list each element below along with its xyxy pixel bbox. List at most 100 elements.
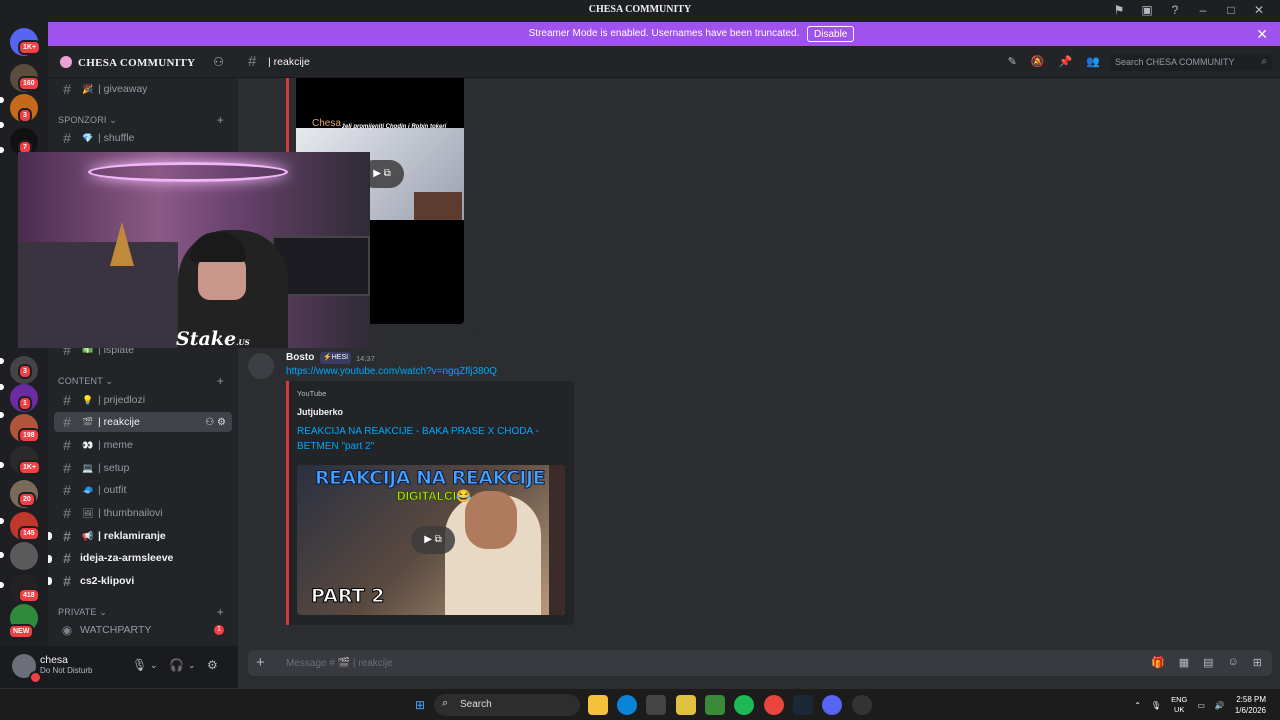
windows-start-icon[interactable]: ⊞ [410, 695, 430, 715]
chevron-down-icon[interactable]: ⌄ [188, 660, 196, 671]
sponsor-name: Stake [176, 328, 237, 348]
add-channel-icon[interactable]: + [217, 605, 224, 619]
invite-icon[interactable]: ⚇ [213, 55, 224, 69]
add-channel-icon[interactable]: + [217, 374, 224, 388]
guild-icon [60, 56, 72, 68]
channel-reklamiranje[interactable]: # 📢 | reklamiranje [54, 526, 232, 546]
mention-count: 1 [214, 625, 224, 635]
category-content[interactable]: CONTENT ⌄ + [58, 374, 232, 388]
unread-pip [0, 552, 4, 558]
badge: 1 [18, 396, 32, 411]
message-link[interactable]: https://www.youtube.com/watch?v=ngqZflj3… [286, 366, 497, 377]
channel-meme[interactable]: # 👀 | meme [54, 435, 232, 455]
notifications-muted-icon[interactable]: 🔕 [1031, 55, 1045, 68]
display-icon[interactable]: ▭ [1197, 701, 1205, 710]
threads-icon[interactable]: ✎ [1008, 55, 1017, 68]
embed-author[interactable]: Jutjuberko [297, 407, 343, 417]
file-explorer-icon[interactable] [588, 695, 608, 715]
thumbnail-headline: REAKCIJA NA REAKCIJE [314, 467, 546, 490]
diamond-icon: 💎 [82, 132, 94, 143]
member-list-icon[interactable]: 👥 [1086, 55, 1100, 68]
obs-icon[interactable] [852, 695, 872, 715]
unread-indicator [48, 555, 52, 563]
close-banner-icon[interactable]: ✕ [1256, 26, 1268, 43]
channel-armsleeve[interactable]: # ideja-za-armsleeve [54, 548, 232, 568]
unread-pip [0, 122, 4, 128]
category-sponzori[interactable]: SPONZORI ⌄ + [58, 113, 232, 127]
gear-icon[interactable]: ⚙ [207, 658, 218, 672]
channel-shuffle[interactable]: # 💎 | shuffle [54, 128, 232, 148]
unread-pip [0, 384, 4, 390]
badge: 1K+ [18, 40, 42, 55]
server-icon[interactable] [10, 542, 38, 570]
channel-prijedlozi[interactable]: # 💡 | prijedlozi [54, 390, 232, 410]
thumbnail-strip [549, 465, 565, 615]
guild-header[interactable]: CHESA COMMUNITY ⚇ [48, 46, 238, 78]
username[interactable]: chesa [40, 654, 68, 666]
store-icon[interactable] [646, 695, 666, 715]
taskbar-search[interactable]: ⌕ Search [434, 694, 580, 716]
discord-icon[interactable] [822, 695, 842, 715]
add-channel-icon[interactable]: + [217, 113, 224, 127]
cap-icon: 🧢 [82, 484, 94, 495]
steam-icon[interactable] [793, 695, 813, 715]
badge: 418 [18, 588, 40, 603]
flag-icon[interactable]: ⚑ [1112, 3, 1126, 17]
app-icon[interactable] [676, 695, 696, 715]
language-indicator[interactable]: ENG UK [1171, 695, 1187, 715]
avatar[interactable] [248, 353, 274, 379]
channel-thumbnailovi[interactable]: # 🖼 | thumbnailovi [54, 503, 232, 523]
channel-tools[interactable]: ⚇ ⚙ [205, 417, 226, 428]
channel-giveaway[interactable]: # 🎉 | giveaway [54, 79, 232, 99]
play-button-icon[interactable]: ▶ ⧉ [411, 526, 455, 554]
gift-icon[interactable]: 🎁 [1151, 656, 1165, 669]
chevron-up-icon[interactable]: ⌃ [1134, 701, 1141, 710]
clock-time: 2:58 PM [1236, 695, 1266, 704]
edge-icon[interactable] [617, 695, 637, 715]
close-window-icon[interactable]: ✕ [1252, 3, 1266, 17]
microphone-icon[interactable]: 🎙 [1151, 701, 1161, 710]
spotify-icon[interactable] [734, 695, 754, 715]
minecraft-icon[interactable] [705, 695, 725, 715]
message-author[interactable]: Bosto [286, 352, 314, 363]
minimize-icon[interactable]: – [1196, 3, 1210, 17]
gif-icon[interactable]: ▦ [1179, 656, 1189, 669]
unread-indicator [48, 532, 52, 540]
channel-label: ideja-za-armsleeve [80, 552, 174, 564]
maximize-icon[interactable]: □ [1224, 3, 1238, 17]
channel-setup[interactable]: # 💻 | setup [54, 458, 232, 478]
taskbar-search-label: Search [460, 699, 492, 710]
channel-cs2[interactable]: # cs2-klipovi [54, 571, 232, 591]
chevron-down-icon[interactable]: ⌄ [150, 660, 158, 671]
category-private[interactable]: PRIVATE ⌄ + [58, 605, 232, 619]
embed-title[interactable]: REAKCIJA NA REAKCIJE - BAKA PRASE X CHOD… [297, 424, 555, 454]
unread-pip [0, 97, 4, 103]
thumbnail-face [465, 491, 517, 549]
microphone-icon[interactable]: 🎙 [132, 658, 147, 672]
hash-icon: # [63, 414, 71, 430]
clock[interactable]: 2:58 PM 1/6/2026 [1235, 694, 1266, 716]
search-input[interactable]: Search CHESA COMMUNITY ⌕ [1110, 54, 1272, 71]
ceiling-light [88, 162, 288, 182]
video-thumbnail[interactable]: REAKCIJA NA REAKCIJE DIGITALCI😂 PART 2 ▶… [297, 465, 565, 615]
help-icon[interactable]: ? [1168, 3, 1182, 17]
webcam-overlay: Stake.US [18, 152, 370, 348]
embed-provider[interactable]: YouTube [297, 389, 326, 398]
volume-icon[interactable]: 🔊 [1215, 701, 1225, 710]
message-composer[interactable]: + Message # 🎬 | reakcije 🎁 ▦ ▤ ☺ ⊞ [248, 650, 1272, 676]
apps-icon[interactable]: ⊞ [1253, 656, 1262, 669]
add-attachment-icon[interactable]: + [256, 654, 265, 671]
screen-share-icon[interactable]: ▣ [1140, 3, 1154, 17]
headphones-icon[interactable]: 🎧 [169, 658, 184, 672]
channel-watchparty[interactable]: ◉ WATCHPARTY 1 [54, 620, 232, 640]
channel-reakcije[interactable]: # 🎬 | reakcije ⚇ ⚙ [54, 412, 232, 432]
role-tag: ⚡HESI [320, 352, 352, 364]
chrome-icon[interactable] [764, 695, 784, 715]
pin-icon[interactable]: 📌 [1059, 55, 1073, 68]
hash-icon: # [63, 460, 71, 476]
emoji-icon[interactable]: ☺ [1228, 656, 1239, 669]
channel-header-name: | reakcije [268, 56, 310, 68]
channel-outfit[interactable]: # 🧢 | outfit [54, 480, 232, 500]
sticker-icon[interactable]: ▤ [1203, 656, 1213, 669]
disable-streamer-button[interactable]: Disable [807, 26, 855, 42]
